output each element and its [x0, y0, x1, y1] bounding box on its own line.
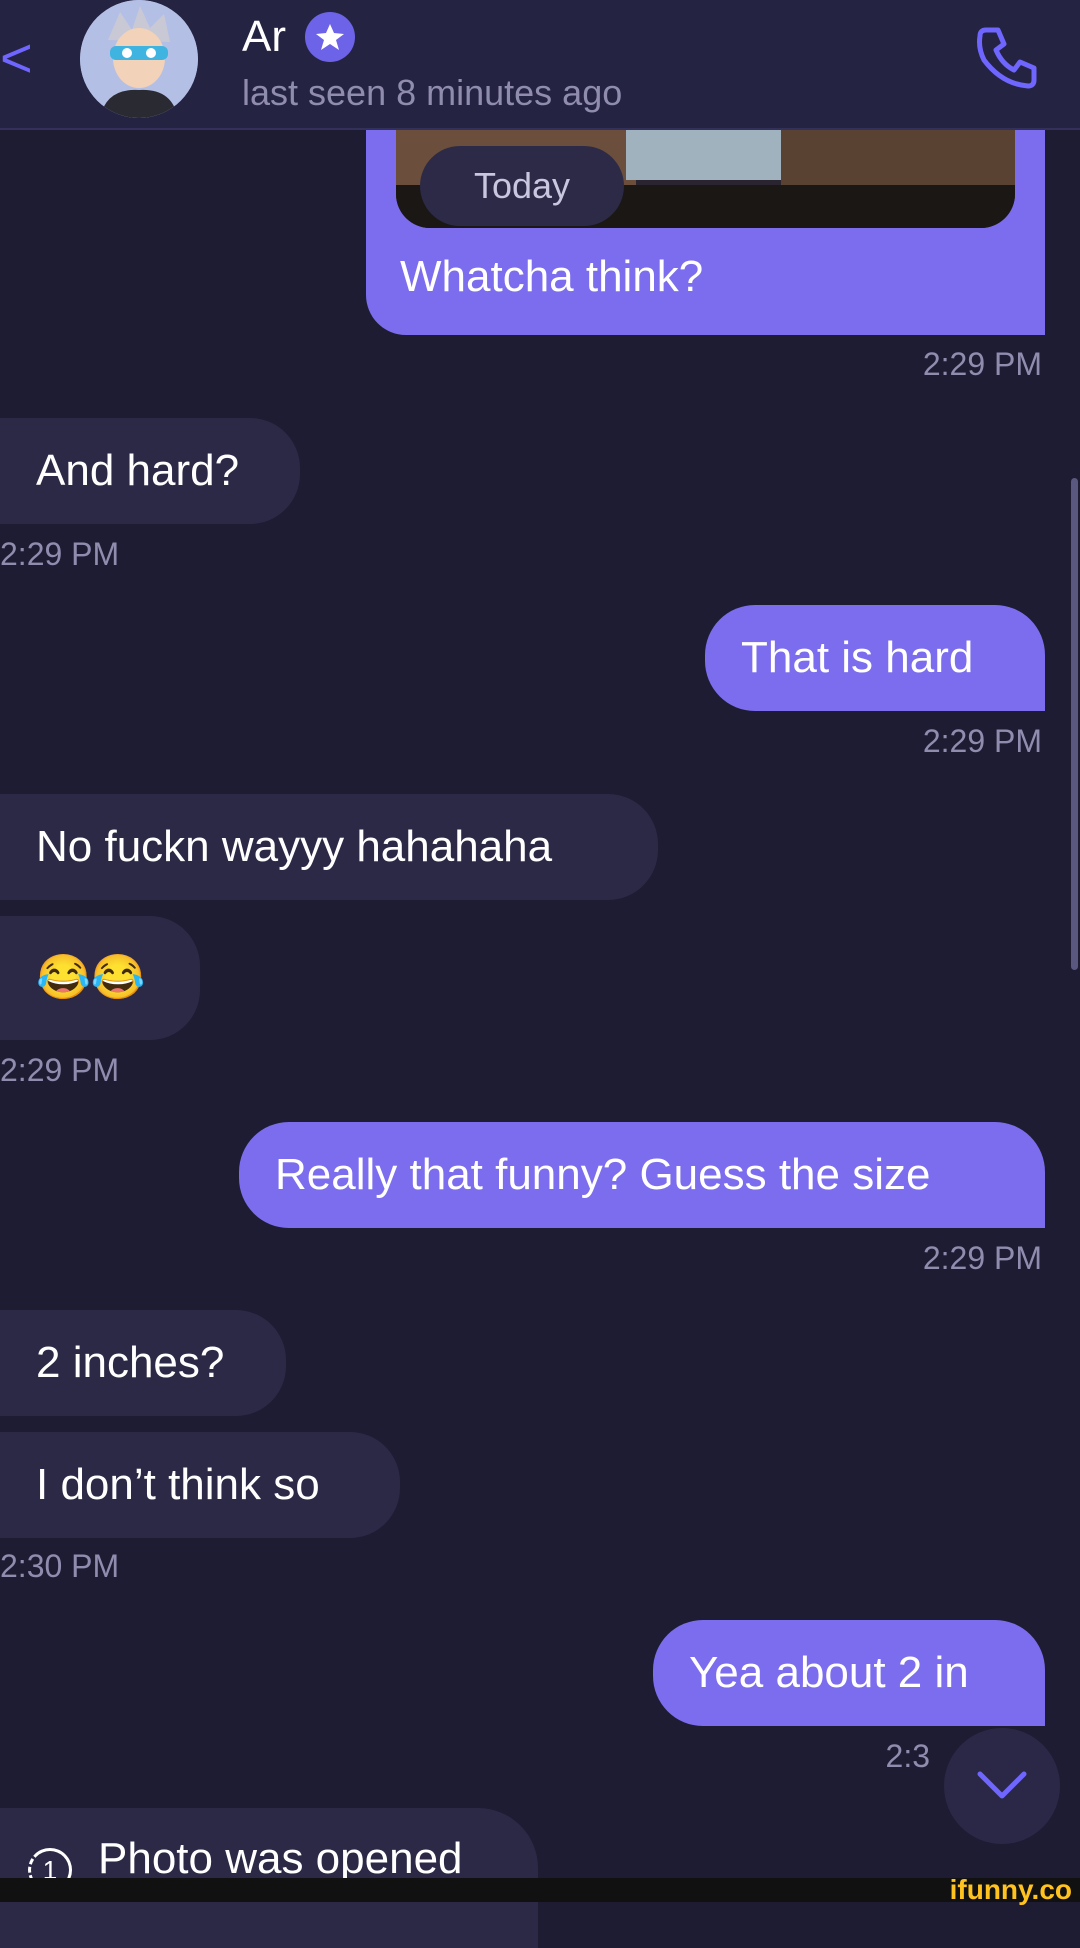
chat-area: Whatcha think? Today 2:29 PM And hard? 2…: [0, 0, 1080, 1948]
back-chevron-icon[interactable]: <: [0, 28, 34, 88]
incoming-message[interactable]: 2 inches?: [0, 1310, 286, 1416]
message-time: 2:30 PM: [0, 1548, 120, 1584]
photo-opened-text: Photo was opened: [98, 1834, 463, 1883]
message-time: 2:29 PM: [922, 346, 1042, 382]
contact-name[interactable]: Ar: [242, 12, 286, 62]
incoming-message[interactable]: I don’t think so: [0, 1432, 400, 1538]
outgoing-message[interactable]: Yea about 2 in: [653, 1620, 1045, 1726]
outgoing-message[interactable]: That is hard: [705, 605, 1045, 711]
incoming-message[interactable]: And hard?: [0, 418, 300, 524]
chevron-down-icon: [977, 1771, 1027, 1799]
avatar[interactable]: [80, 0, 198, 118]
message-time: 2:29 PM: [922, 1240, 1042, 1276]
avatar-illustration: [80, 0, 198, 118]
message-time: 2:3: [885, 1738, 930, 1774]
message-time: 2:29 PM: [0, 536, 120, 572]
message-time: 2:29 PM: [0, 1052, 120, 1088]
message-time: 2:29 PM: [922, 723, 1042, 759]
verified-star-icon: [305, 12, 355, 62]
incoming-message[interactable]: No fuckn wayyy hahahaha: [0, 794, 658, 900]
watermark-logo: ifunny.co: [949, 1874, 1072, 1905]
scroll-to-bottom-button[interactable]: [944, 1728, 1060, 1844]
phone-icon[interactable]: [972, 22, 1042, 92]
last-seen-status: last seen 8 minutes ago: [242, 72, 623, 113]
scrollbar[interactable]: [1071, 478, 1078, 970]
watermark-bar: ifunny.co: [0, 1874, 1080, 1905]
incoming-emoji-message[interactable]: 😂😂: [0, 916, 200, 1040]
chat-header: < Ar last seen 8 minutes ago: [0, 0, 1080, 130]
date-divider: Today: [420, 146, 624, 226]
message-text: Whatcha think?: [400, 252, 704, 301]
outgoing-message[interactable]: Really that funny? Guess the size: [239, 1122, 1045, 1228]
